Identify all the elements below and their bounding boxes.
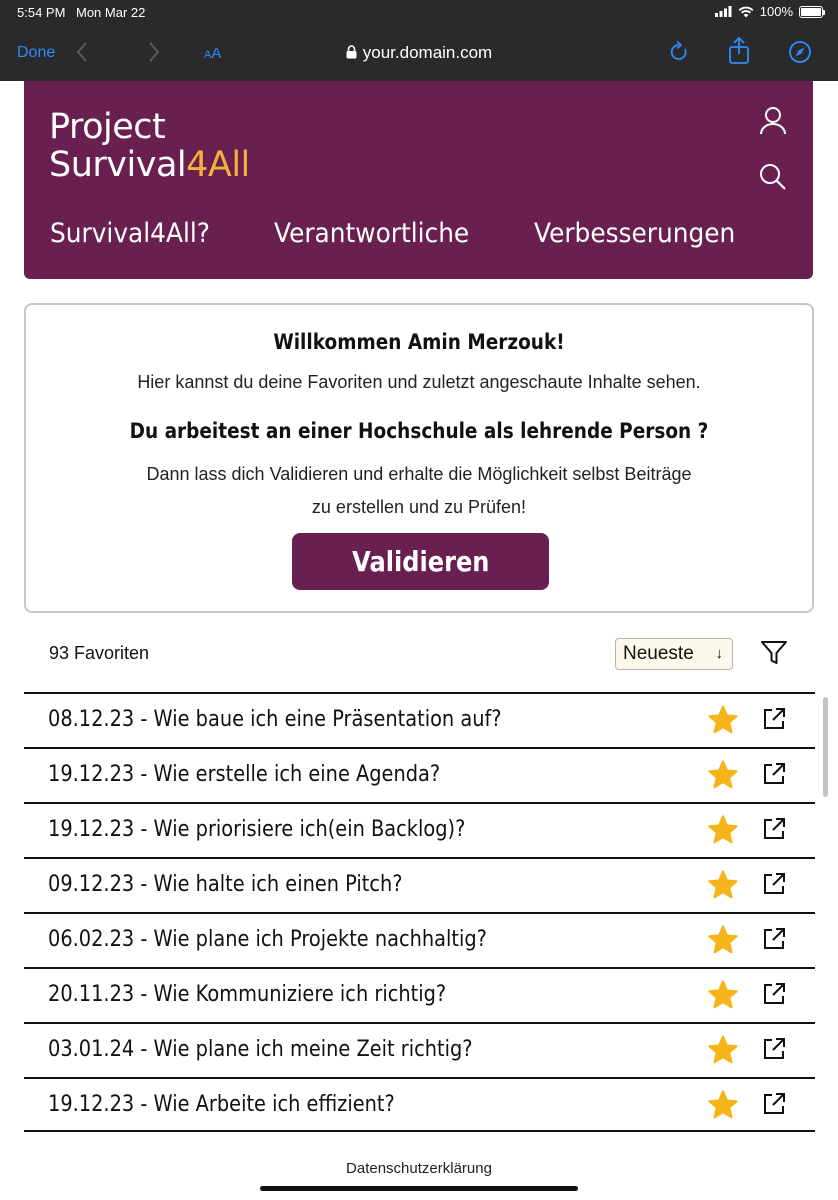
url-text: your.domain.com [362,43,493,62]
list-item[interactable]: 06.02.23 - Wie plane ich Projekte nachha… [24,912,815,967]
compass-icon[interactable] [788,40,812,64]
validation-question: Du arbeitest an einer Hochschule als leh… [129,419,709,443]
lock-icon [346,45,357,59]
privacy-link[interactable]: Datenschutzerklärung [0,1160,838,1177]
share-icon[interactable] [728,37,750,65]
home-indicator[interactable] [260,1186,578,1191]
external-link-icon[interactable] [761,761,787,787]
list-item[interactable]: 19.12.23 - Wie priorisiere ich(ein Backl… [24,802,815,857]
external-link-icon[interactable] [761,816,787,842]
list-item-title[interactable]: 19.12.23 - Wie priorisiere ich(ein Backl… [48,817,465,842]
filter-icon[interactable] [760,640,788,666]
status-bar: 5:54 PM Mon Mar 22 100% [0,0,838,26]
list-item-title[interactable]: 09.12.23 - Wie halte ich einen Pitch? [48,872,403,897]
nav-item-verantwortliche[interactable]: Verantwortliche [274,218,469,249]
scrollbar[interactable] [823,697,828,797]
list-item-title[interactable]: 20.11.23 - Wie Kommuniziere ich richtig? [48,982,446,1007]
welcome-subtitle: Hier kannst du deine Favoriten und zulet… [137,372,701,392]
star-icon[interactable] [707,870,739,900]
nav-item-survival4all[interactable]: Survival4All? [50,218,210,249]
validate-button-label: Validieren [351,545,490,578]
list-item[interactable]: 20.11.23 - Wie Kommuniziere ich richtig? [24,967,815,1022]
sort-value: Neueste [623,643,694,664]
welcome-title: Willkommen Amin Merzouk! [273,330,565,354]
battery-percent: 100% [759,4,793,19]
wifi-icon [738,6,754,17]
star-icon[interactable] [707,1035,739,1065]
external-link-icon[interactable] [761,1036,787,1062]
validation-text-line1: Dann lass dich Validieren und erhalte di… [146,464,692,484]
status-indicators: 100% [714,4,825,19]
browser-toolbar: Done AA your.domain.com [0,26,838,81]
list-item[interactable]: 03.01.24 - Wie plane ich meine Zeit rich… [24,1022,815,1077]
site-header: Project Survival4All Survival4All? Veran… [24,81,813,279]
search-icon[interactable] [759,163,787,191]
site-logo[interactable]: Project Survival4All [49,108,250,184]
external-link-icon[interactable] [761,981,787,1007]
list-item[interactable]: 09.12.23 - Wie halte ich einen Pitch? [24,857,815,912]
user-icon[interactable] [759,106,787,136]
nav-item-verbesserungen[interactable]: Verbesserungen [534,218,735,249]
status-time: 5:54 PM [17,5,66,20]
list-item-title[interactable]: 03.01.24 - Wie plane ich meine Zeit rich… [48,1037,473,1062]
external-link-icon[interactable] [761,926,787,952]
list-item[interactable]: 19.12.23 - Wie Arbeite ich effizient? [24,1077,815,1132]
star-icon[interactable] [707,980,739,1010]
browser-chrome: 5:54 PM Mon Mar 22 100% Done AA your.dom… [0,0,838,81]
favorites-list: 08.12.23 - Wie baue ich eine Präsentatio… [24,692,815,1132]
logo-line2-accent: 4All [186,145,250,185]
logo-line1: Project [49,107,166,147]
star-icon[interactable] [707,815,739,845]
star-icon[interactable] [707,1090,739,1120]
validation-text: Dann lass dich Validieren und erhalte di… [26,458,812,524]
arrow-down-icon: ↓ [715,645,724,662]
reload-icon[interactable] [668,40,690,64]
list-item-title[interactable]: 19.12.23 - Wie Arbeite ich effizient? [48,1092,395,1117]
star-icon[interactable] [707,760,739,790]
external-link-icon[interactable] [761,1091,787,1117]
logo-line2-main: Survival [49,145,187,185]
external-link-icon[interactable] [761,871,787,897]
battery-icon [799,5,825,18]
list-item-title[interactable]: 08.12.23 - Wie baue ich eine Präsentatio… [48,707,502,732]
list-item[interactable]: 08.12.23 - Wie baue ich eine Präsentatio… [24,692,815,747]
external-link-icon[interactable] [761,706,787,732]
address-bar[interactable]: your.domain.com [0,43,838,63]
favorites-count: 93 Favoriten [49,643,150,663]
list-item[interactable]: 19.12.23 - Wie erstelle ich eine Agenda? [24,747,815,802]
list-item-title[interactable]: 06.02.23 - Wie plane ich Projekte nachha… [48,927,487,952]
star-icon[interactable] [707,705,739,735]
signal-icon [714,6,732,17]
list-item-title[interactable]: 19.12.23 - Wie erstelle ich eine Agenda? [48,762,440,787]
welcome-panel: Willkommen Amin Merzouk! Hier kannst du … [24,303,814,613]
validation-text-line2: zu erstellen und zu Prüfen! [311,497,527,517]
validate-button[interactable]: Validieren [292,533,549,590]
star-icon[interactable] [707,925,739,955]
status-date: Mon Mar 22 [76,5,146,20]
sort-select[interactable]: Neueste ↓ [615,638,733,670]
